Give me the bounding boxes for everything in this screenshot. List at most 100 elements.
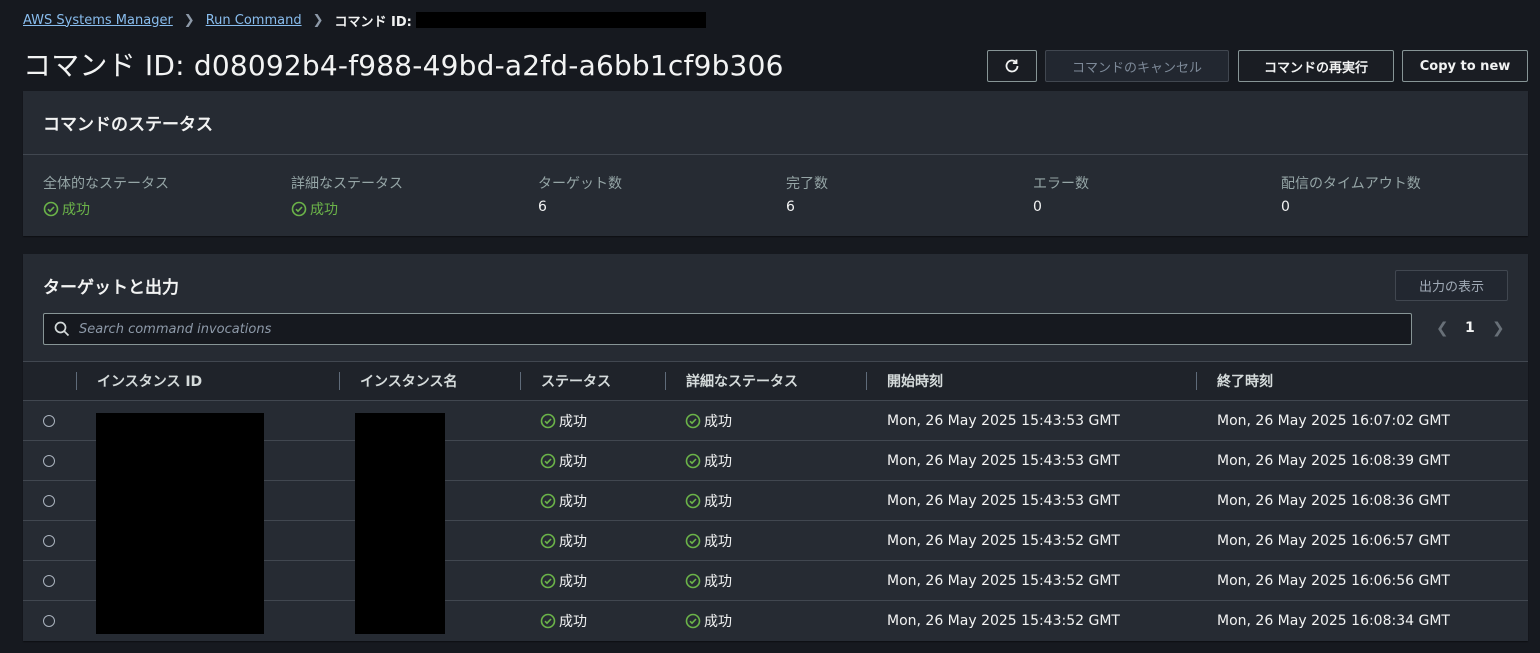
check-circle-icon	[685, 533, 701, 549]
redacted-instance-names	[355, 413, 445, 634]
column-divider	[339, 372, 340, 390]
column-divider	[1196, 372, 1197, 390]
stat-label: 配信のタイムアウト数	[1281, 176, 1421, 192]
stat-value: 6	[538, 199, 547, 215]
check-circle-icon	[540, 573, 556, 589]
end-time: Mon, 26 May 2025 16:08:39 GMT	[1217, 453, 1450, 469]
status-text: 成功	[559, 574, 587, 590]
check-circle-icon	[540, 493, 556, 509]
check-circle-icon	[685, 613, 701, 629]
row-select-radio[interactable]	[43, 495, 55, 507]
status-text: 成功	[704, 574, 732, 590]
status-text: 成功	[62, 202, 90, 218]
start-time: Mon, 26 May 2025 15:43:53 GMT	[887, 413, 1120, 429]
stat-label: ターゲット数	[538, 176, 622, 192]
check-circle-icon	[540, 413, 556, 429]
column-divider	[76, 372, 77, 390]
column-header-detailed-status[interactable]: 詳細なステータス	[686, 362, 798, 400]
next-page-icon[interactable]: ❯	[1492, 319, 1505, 337]
breadcrumb-link-systems-manager[interactable]: AWS Systems Manager	[23, 13, 173, 28]
redacted-instance-ids	[96, 413, 264, 634]
column-header-start-time[interactable]: 開始時刻	[887, 362, 943, 400]
column-header-end-time[interactable]: 終了時刻	[1217, 362, 1273, 400]
stat-overall-status: 全体的なステータス 成功	[43, 173, 169, 219]
check-circle-icon	[685, 413, 701, 429]
detailed-status-badge: 成功	[685, 481, 732, 521]
stat-completed-count: 完了数 6	[786, 173, 828, 215]
stat-value: 0	[1281, 199, 1290, 215]
column-divider	[665, 372, 666, 390]
status-badge: 成功	[540, 601, 587, 641]
page-title: コマンド ID: d08092b4-f988-49bd-a2fd-a6bb1cf…	[23, 49, 784, 82]
search-input[interactable]	[77, 320, 1411, 338]
refresh-icon	[1005, 59, 1019, 73]
table-header: インスタンス ID インスタンス名 ステータス 詳細なステータス 開始時刻 終了…	[23, 361, 1528, 401]
start-time: Mon, 26 May 2025 15:43:52 GMT	[887, 573, 1120, 589]
chevron-right-icon: ❯	[183, 12, 195, 28]
row-select-radio[interactable]	[43, 415, 55, 427]
row-select-radio[interactable]	[43, 575, 55, 587]
show-output-button[interactable]: 出力の表示	[1395, 270, 1508, 301]
stat-detailed-status: 詳細なステータス 成功	[291, 173, 403, 219]
stat-label: 完了数	[786, 176, 828, 192]
search-icon	[54, 321, 70, 337]
column-header-status[interactable]: ステータス	[541, 362, 611, 400]
stat-error-count: エラー数 0	[1033, 173, 1089, 215]
status-text: 成功	[559, 534, 587, 550]
check-circle-icon	[43, 201, 59, 217]
targets-output-panel: ターゲットと出力 出力の表示 ❮ 1 ❯ インスタンス ID インスタンス名 ス…	[23, 254, 1528, 641]
refresh-button[interactable]	[987, 50, 1037, 82]
status-text: 成功	[559, 414, 587, 430]
page-number[interactable]: 1	[1465, 320, 1475, 336]
detailed-status-badge: 成功	[685, 521, 732, 561]
search-box	[43, 313, 1412, 345]
divider	[23, 154, 1528, 155]
status-badge: 成功	[540, 481, 587, 521]
check-circle-icon	[540, 613, 556, 629]
row-select-radio[interactable]	[43, 615, 55, 627]
status-badge: 成功	[540, 441, 587, 481]
previous-page-icon[interactable]: ❮	[1436, 319, 1449, 337]
breadcrumb: AWS Systems Manager ❯ Run Command ❯ コマンド…	[23, 10, 706, 30]
status-panel-title: コマンドのステータス	[43, 115, 213, 135]
stat-label: エラー数	[1033, 176, 1089, 192]
check-circle-icon	[291, 201, 307, 217]
column-header-instance-id[interactable]: インスタンス ID	[97, 362, 202, 400]
row-select-radio[interactable]	[43, 535, 55, 547]
status-badge: 成功	[291, 199, 403, 219]
end-time: Mon, 26 May 2025 16:08:36 GMT	[1217, 493, 1450, 509]
end-time: Mon, 26 May 2025 16:08:34 GMT	[1217, 613, 1450, 629]
status-text: 成功	[310, 202, 338, 218]
column-divider	[866, 372, 867, 390]
chevron-right-icon: ❯	[312, 12, 324, 28]
status-text: 成功	[704, 414, 732, 430]
breadcrumb-link-run-command[interactable]: Run Command	[206, 13, 302, 28]
check-circle-icon	[685, 453, 701, 469]
column-header-instance-name[interactable]: インスタンス名	[360, 362, 457, 400]
end-time: Mon, 26 May 2025 16:07:02 GMT	[1217, 413, 1450, 429]
detailed-status-badge: 成功	[685, 441, 732, 481]
row-select-radio[interactable]	[43, 455, 55, 467]
stat-value: 0	[1033, 199, 1042, 215]
cancel-command-button[interactable]: コマンドのキャンセル	[1045, 50, 1229, 82]
check-circle-icon	[540, 533, 556, 549]
rerun-command-button[interactable]: コマンドの再実行	[1238, 50, 1394, 82]
stat-value: 6	[786, 199, 795, 215]
status-badge: 成功	[540, 521, 587, 561]
status-text: 成功	[704, 534, 732, 550]
status-text: 成功	[704, 494, 732, 510]
breadcrumb-current: コマンド ID:	[334, 14, 412, 30]
table-body: 成功 成功 Mon, 26 May 2025 15:43:53 GMT Mon,…	[23, 401, 1528, 641]
status-text: 成功	[704, 614, 732, 630]
status-badge: 成功	[540, 401, 587, 441]
stat-timeout-count: 配信のタイムアウト数 0	[1281, 173, 1421, 215]
end-time: Mon, 26 May 2025 16:06:57 GMT	[1217, 533, 1450, 549]
stat-label: 詳細なステータス	[291, 176, 403, 192]
check-circle-icon	[685, 573, 701, 589]
start-time: Mon, 26 May 2025 15:43:53 GMT	[887, 453, 1120, 469]
column-divider	[520, 372, 521, 390]
end-time: Mon, 26 May 2025 16:06:56 GMT	[1217, 573, 1450, 589]
copy-to-new-button[interactable]: Copy to new	[1402, 50, 1528, 82]
check-circle-icon	[685, 493, 701, 509]
status-badge: 成功	[43, 199, 169, 219]
